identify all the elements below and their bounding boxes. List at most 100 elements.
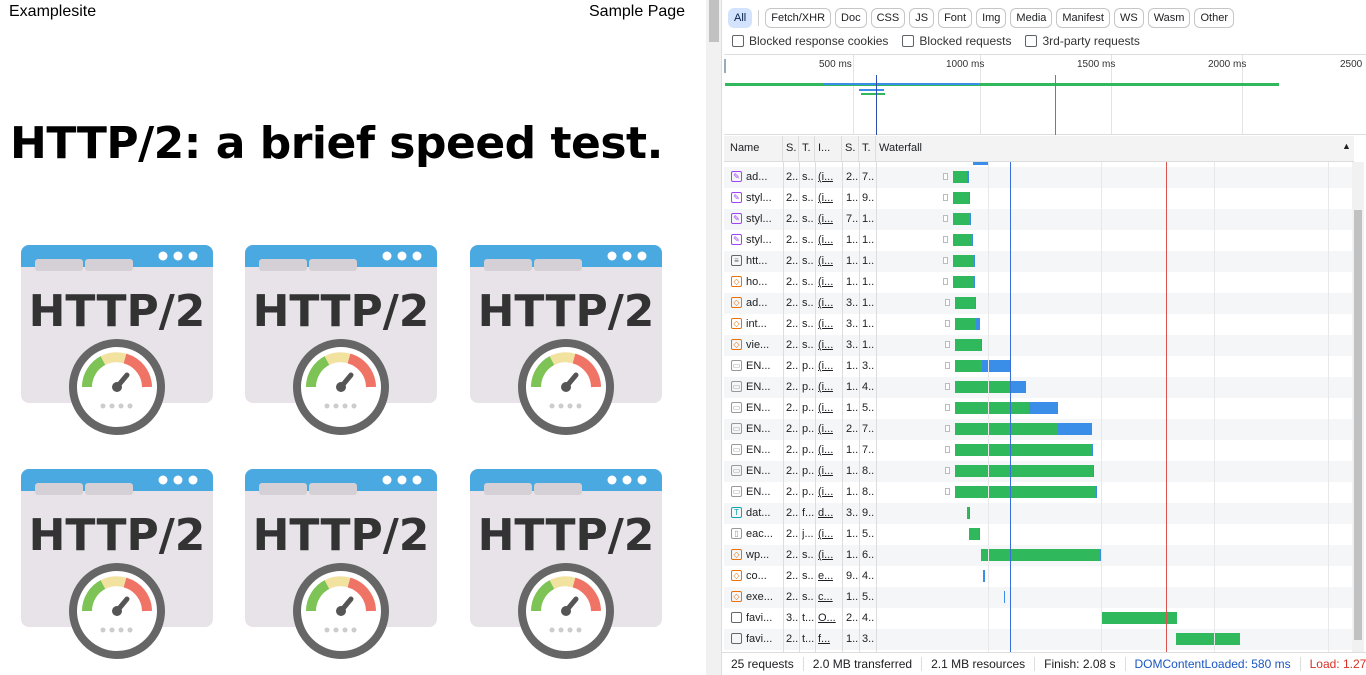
waterfall-bar [1176, 633, 1240, 645]
cell-name: dat... [746, 507, 771, 519]
cell-t: t... [802, 612, 815, 624]
checkbox-box[interactable] [732, 35, 744, 47]
table-row[interactable]: ✎ ad... 2.. s.. (i... 2.. 7.. [724, 167, 1354, 188]
status-load: Load: 1.27 s [1309, 657, 1366, 671]
col-status[interactable]: S. [786, 142, 796, 154]
request-list-scrollbar[interactable] [1352, 162, 1364, 652]
table-row[interactable]: ◇ wp... 2.. s.. (i... 1.. 6.. [724, 545, 1354, 566]
overview-tick-label: 1500 ms [1077, 59, 1116, 70]
cell-s2: 7.. [846, 213, 859, 225]
checkbox-box[interactable] [1025, 35, 1038, 47]
table-row[interactable]: ◇ ho... 2.. s.. (i... 1.. 1.. [724, 272, 1354, 293]
table-row[interactable]: ◇ vie... 2.. s.. (i... 3.. 1.. [724, 335, 1354, 356]
sort-up-icon[interactable]: ▲ [1342, 141, 1351, 151]
heading-bold: HTTP/2 [10, 118, 184, 169]
cell-s: 2.. [786, 423, 799, 435]
table-row[interactable]: favi... 3.. t... O... 2.. 4.. [724, 608, 1354, 629]
col-initiator[interactable]: I... [818, 142, 830, 154]
table-row[interactable]: ◇ ad... 2.. s.. (i... 3.. 1.. [724, 293, 1354, 314]
table-row[interactable]: ✎ styl... 2.. s.. (i... 1.. 1.. [724, 230, 1354, 251]
cell-s2: 1.. [846, 528, 859, 540]
page-scrollbar[interactable] [706, 0, 722, 675]
col-type[interactable]: T. [802, 142, 811, 154]
table-row[interactable]: ◇ co... 2.. s.. e... 9.. 4.. [724, 566, 1354, 587]
checkbox-blocked-requests[interactable]: Blocked requests [902, 34, 1011, 48]
filter-fetch-xhr[interactable]: Fetch/XHR [765, 8, 832, 28]
css-icon: ✎ [731, 192, 742, 203]
table-row[interactable]: ▭ EN... 2.. p.. (i... 1.. 8.. [724, 461, 1354, 482]
http2-image: HTTP/2 [470, 464, 662, 660]
table-row[interactable]: ✎ styl... 2.. s.. (i... 7.. 1.. [724, 209, 1354, 230]
table-row[interactable]: ▭ EN... 2.. p.. (i... 1.. 8.. [724, 482, 1354, 503]
filter-manifest[interactable]: Manifest [1056, 8, 1110, 28]
overview-tick-label: 2500 [1340, 59, 1363, 70]
image-icon: ▭ [731, 402, 742, 413]
col-waterfall[interactable]: Waterfall [879, 142, 922, 154]
filter-media[interactable]: Media [1010, 8, 1053, 28]
cell-t: s.. [802, 297, 814, 309]
cell-s: 2.. [786, 171, 799, 183]
waterfall-download [981, 339, 982, 351]
request-list-scrollbar-thumb[interactable] [1354, 210, 1362, 640]
tile-label: HTTP/2 [478, 510, 655, 561]
table-row[interactable]: ▭ EN... 2.. p.. (i... 1.. 7.. [724, 440, 1354, 461]
cell-s: 2.. [786, 633, 799, 645]
filter-other[interactable]: Other [1194, 8, 1234, 28]
cell-s2: 3.. [846, 507, 859, 519]
image-icon: ▭ [731, 465, 742, 476]
filter-font[interactable]: Font [938, 8, 973, 28]
cell-i: (i... [818, 402, 834, 414]
script-icon: ◇ [731, 549, 742, 560]
waterfall-queue [945, 362, 950, 369]
filter-doc[interactable]: Doc [835, 8, 867, 28]
table-row[interactable]: favi... 2.. t... f... 1.. 3.. [724, 629, 1354, 650]
col-name[interactable]: Name [730, 142, 759, 154]
overview-bar [861, 93, 885, 95]
waterfall-queue [945, 488, 950, 495]
table-row[interactable]: ▭ EN... 2.. p.. (i... 1.. 5.. [724, 398, 1354, 419]
devtools-network-panel: All Fetch/XHR Doc CSS JS Font Img Media Manifest… [722, 0, 1366, 675]
cell-s: 2.. [786, 465, 799, 477]
table-row[interactable]: ≡ htt... 2.. s.. (i... 1.. 1.. [724, 251, 1354, 272]
waterfall-download [975, 297, 976, 309]
overview-window-start[interactable] [724, 59, 726, 73]
col-size[interactable]: S. [845, 142, 855, 154]
script-icon: ◇ [731, 570, 742, 581]
filter-img[interactable]: Img [976, 8, 1007, 28]
script-icon: ◇ [731, 276, 742, 287]
checkbox-3rd-party-requests[interactable]: 3rd-party requests [1025, 34, 1140, 48]
site-title[interactable]: Examplesite [9, 3, 96, 21]
table-row[interactable]: ◇ int... 2.. s.. (i... 3.. 1.. [724, 314, 1354, 335]
timeline-overview[interactable]: 500 ms 1000 ms 1500 ms 2000 ms 2500 [724, 54, 1366, 135]
col-time[interactable]: T. [862, 142, 871, 154]
table-row[interactable]: Tdat... 2.. f... d... 3.. 9.. [724, 503, 1354, 524]
other-icon [731, 633, 742, 644]
waterfall-bar [955, 339, 981, 351]
filter-js[interactable]: JS [909, 8, 935, 28]
table-row[interactable]: ▭ EN... 2.. p.. (i... 1.. 3.. [724, 356, 1354, 377]
table-row[interactable]: ▯ eac... 2.. j... (i... 1.. 5.. [724, 524, 1354, 545]
table-row[interactable]: ▭ EN... 2.. p.. (i... 1.. 4.. [724, 377, 1354, 398]
waterfall-download [982, 360, 1011, 372]
cell-s2: 3.. [846, 339, 859, 351]
filter-wasm[interactable]: Wasm [1147, 8, 1191, 28]
status-finish: Finish: 2.08 s [1035, 657, 1126, 671]
overview-bar [859, 89, 884, 91]
status-dcl: DOMContentLoaded: 580 ms [1126, 657, 1301, 671]
cell-s2: 1.. [846, 360, 859, 372]
filter-all[interactable]: All [728, 8, 753, 28]
css-icon: ✎ [731, 213, 742, 224]
cell-i: (i... [818, 549, 834, 561]
cell-s2: 1.. [846, 591, 859, 603]
cell-t: s.. [802, 339, 814, 351]
filter-ws[interactable]: WS [1113, 8, 1144, 28]
checkbox-blocked-response-cookies[interactable]: Blocked response cookies [732, 34, 888, 48]
page-scrollbar-thumb[interactable] [709, 0, 719, 42]
table-row[interactable]: ◇ exe... 2.. s.. c... 1.. 5.. [724, 587, 1354, 608]
overview-load-line [1055, 75, 1056, 135]
filter-css[interactable]: CSS [870, 8, 906, 28]
nav-sample-page-link[interactable]: Sample Page [589, 3, 685, 21]
checkbox-box[interactable] [902, 35, 915, 47]
table-row[interactable]: ▭ EN... 2.. p.. (i... 2.. 7.. [724, 419, 1354, 440]
table-row[interactable]: ✎ styl... 2.. s.. (i... 1.. 9.. [724, 188, 1354, 209]
